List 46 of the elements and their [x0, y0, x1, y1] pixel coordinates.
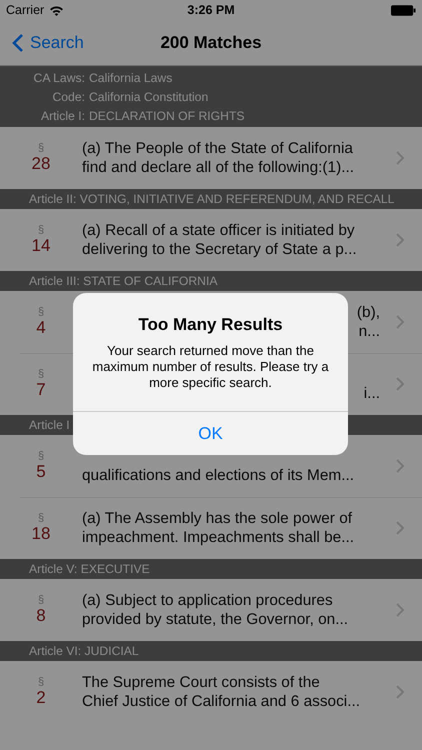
alert-message: Your search returned move than the maximum number of results. Please try a more specific search. [91, 343, 330, 391]
header-text: Article III: STATE OF CALIFORNIA [29, 273, 218, 289]
excerpt-line: (a) The People of the State of California [82, 139, 354, 158]
header-text: Article VI: JUDICIAL [29, 643, 139, 659]
excerpt-line: impeachment. Impeachments shall be... [82, 528, 356, 547]
excerpt-line: find and declare all of the following:(1)... [82, 158, 356, 177]
header-value: California Laws [89, 70, 172, 84]
section-symbol: § [38, 306, 44, 318]
section-number: 18 [32, 524, 50, 544]
header-value: California Constitution [89, 90, 208, 104]
section-number: 8 [36, 606, 46, 626]
section-symbol: § [38, 512, 44, 524]
header-label: Article I: [40, 108, 86, 122]
section-number: 14 [32, 236, 50, 256]
header-label: Code: [51, 90, 86, 104]
excerpt-line: (a) The Assembly has the sole power of [82, 509, 354, 528]
carrier-label: Carrier [6, 3, 44, 17]
excerpt-line: provided by statute, the Governor, on... [82, 610, 350, 629]
header-text: Article I [29, 417, 70, 433]
section-symbol: § [38, 450, 44, 462]
excerpt-line: (a) Subject to application procedures [82, 591, 334, 610]
excerpt-line: qualifications and elections of its Mem... [82, 466, 356, 485]
section-number: 2 [36, 688, 46, 708]
excerpt-line: Chief Justice of California and 6 associ... [82, 692, 362, 711]
section-symbol: § [38, 368, 44, 380]
excerpt-line: delivering to the Secretary of State a p... [82, 240, 358, 259]
nav-title: 200 Matches [159, 32, 263, 52]
header-text: Article II: VOTING, INITIATIVE AND REFERENDUM, AND RECALL [29, 191, 394, 207]
section-number: 28 [32, 154, 50, 174]
excerpt-line: (a) Recall of a state officer is initiated by [82, 221, 356, 240]
section-number: 5 [36, 462, 46, 482]
header-text: Article V: EXECUTIVE [29, 561, 150, 577]
excerpt-line: (b), [356, 303, 380, 322]
header-value: DECLARATION OF RIGHTS [89, 108, 245, 122]
excerpt-line: i... [364, 384, 380, 403]
section-number: 4 [36, 318, 46, 338]
section-symbol: § [38, 676, 44, 688]
alert-title: Too Many Results [138, 315, 283, 335]
excerpt-line: The Supreme Court consists of the [82, 673, 321, 692]
section-symbol: § [38, 142, 44, 154]
section-number: 7 [36, 380, 46, 400]
section-symbol: § [38, 594, 44, 606]
clock: 3:26 PM [186, 3, 236, 17]
excerpt-line: n... [358, 322, 380, 341]
section-symbol: § [38, 224, 44, 236]
header-label: CA Laws: [32, 70, 86, 84]
